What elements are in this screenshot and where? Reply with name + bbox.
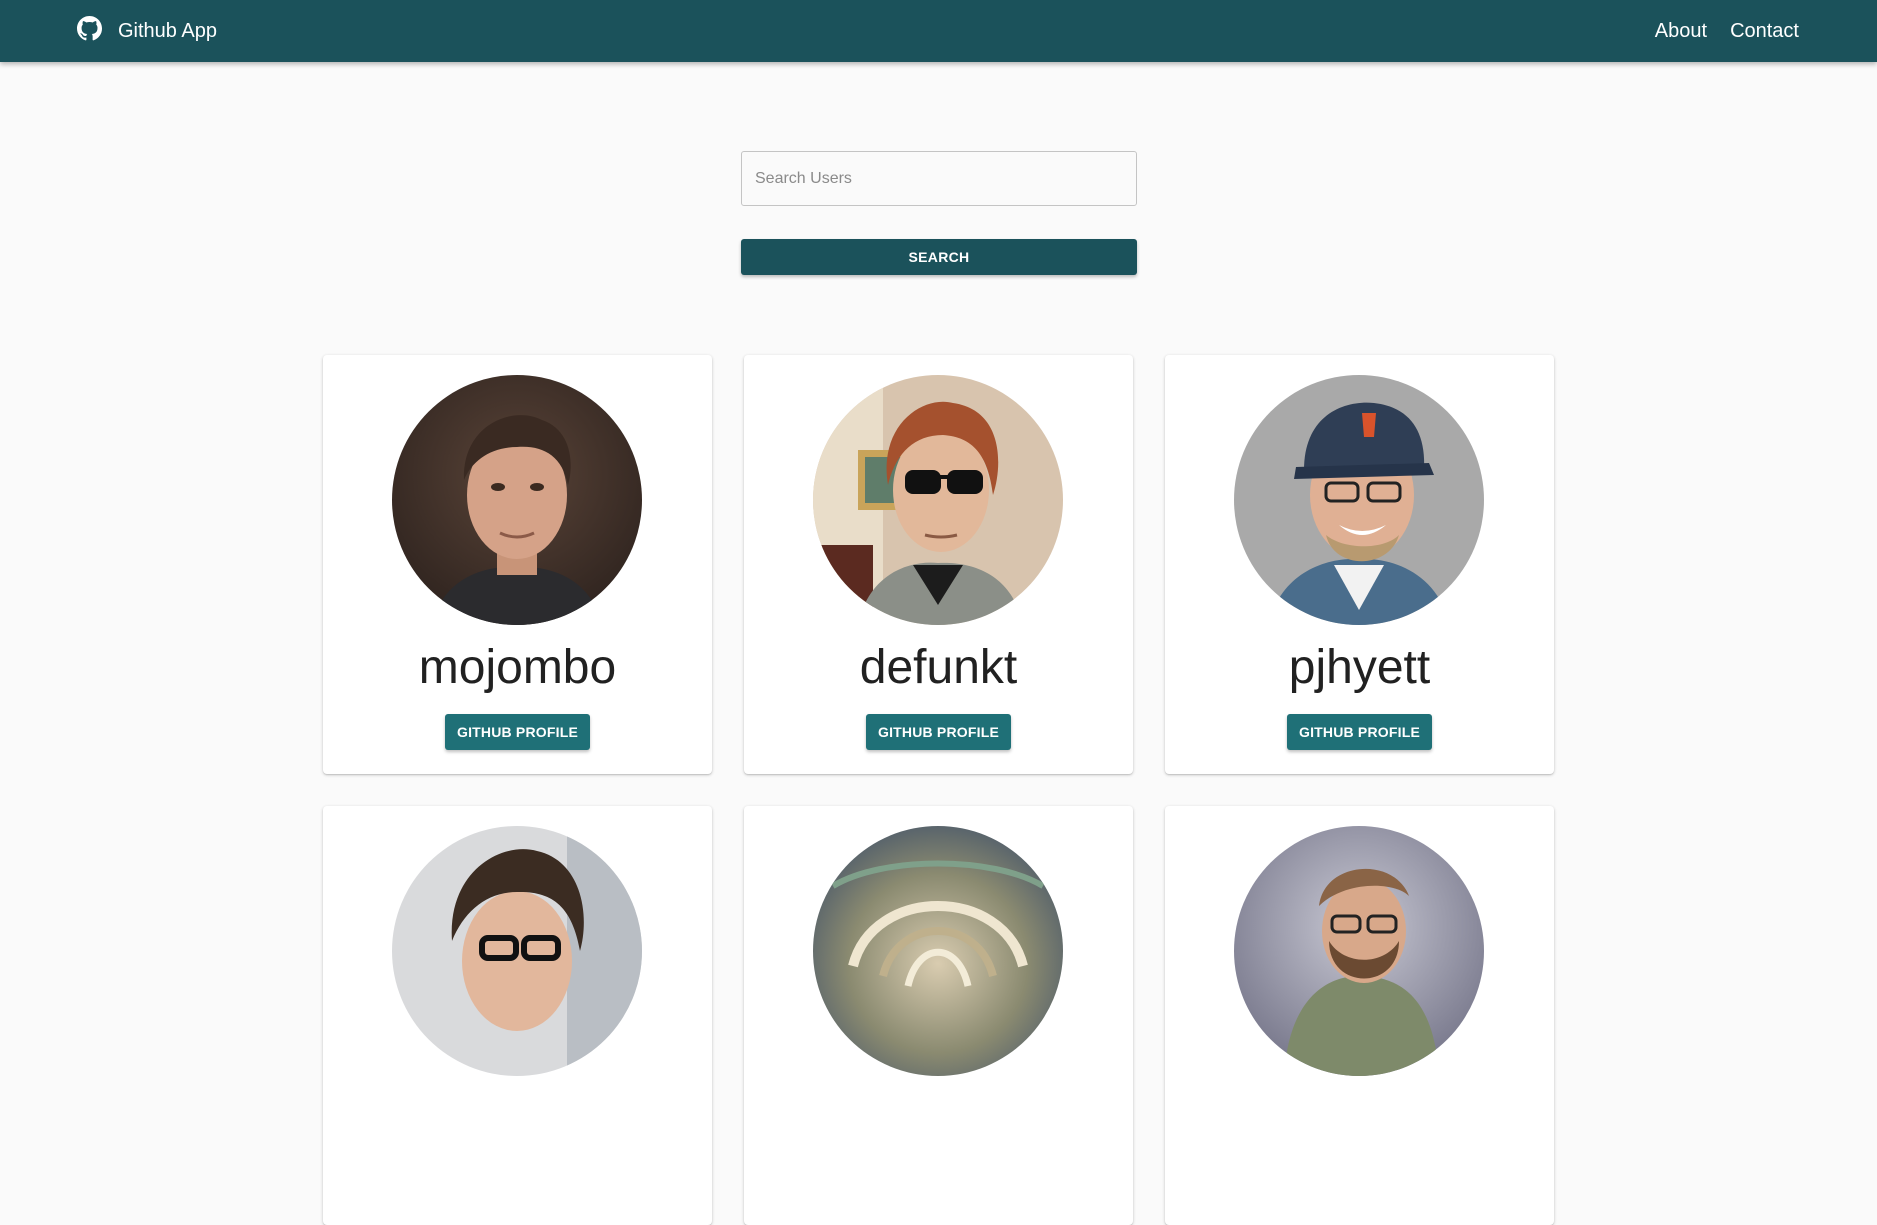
user-card: mojombo GITHUB PROFILE (323, 355, 712, 774)
avatar (1234, 375, 1484, 625)
nav-links: About Contact (1655, 0, 1799, 62)
user-card (1165, 806, 1554, 1225)
nav-link-contact[interactable]: Contact (1730, 20, 1799, 43)
search-input[interactable] (741, 151, 1137, 206)
nav-link-about[interactable]: About (1655, 20, 1707, 43)
user-card: pjhyett GITHUB PROFILE (1165, 355, 1554, 774)
avatar (392, 826, 642, 1076)
navbar: Github App About Contact (0, 0, 1877, 62)
github-profile-button[interactable]: GITHUB PROFILE (1287, 714, 1432, 750)
avatar (813, 826, 1063, 1076)
github-icon (77, 15, 102, 40)
username: mojombo (418, 641, 617, 694)
avatar (392, 375, 642, 625)
username: defunkt (859, 641, 1018, 694)
brand-link[interactable]: Github App (77, 0, 217, 62)
search-button[interactable]: SEARCH (741, 239, 1137, 275)
brand-title: Github App (118, 19, 217, 42)
user-card (323, 806, 712, 1225)
avatar (813, 375, 1063, 625)
user-card: defunkt GITHUB PROFILE (744, 355, 1133, 774)
avatar (1234, 826, 1484, 1076)
user-card (744, 806, 1133, 1225)
github-profile-button[interactable]: GITHUB PROFILE (445, 714, 590, 750)
username: pjhyett (1288, 641, 1431, 694)
github-profile-button[interactable]: GITHUB PROFILE (866, 714, 1011, 750)
